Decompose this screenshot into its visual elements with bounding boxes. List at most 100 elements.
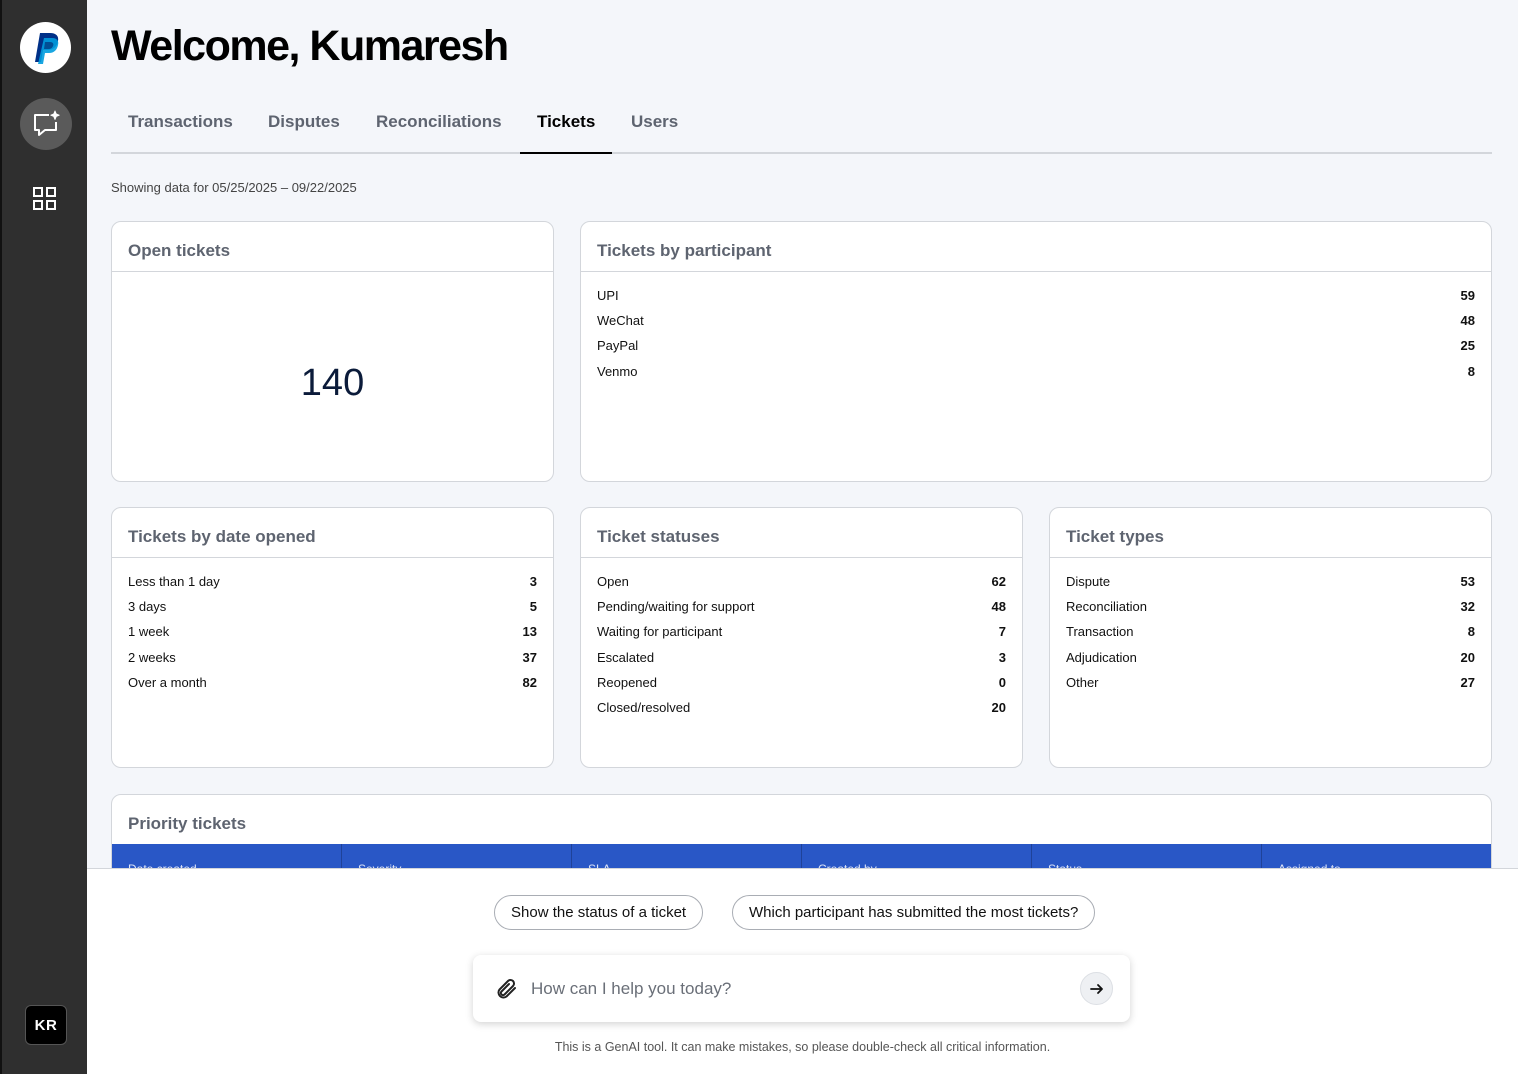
row-value: 27 — [1460, 674, 1475, 690]
list-item: 3 days 5 — [128, 599, 537, 624]
card-title: Tickets by date opened — [112, 508, 553, 558]
card-title: Ticket statuses — [581, 508, 1022, 558]
list-item: Waiting for participant 7 — [597, 624, 1006, 649]
row-value: 5 — [529, 599, 537, 615]
column-header-severity[interactable]: Severity — [342, 844, 572, 870]
column-header-created-by[interactable]: Created by — [802, 844, 1032, 870]
suggestion-chip-top-participant[interactable]: Which participant has submitted the most… — [732, 895, 1096, 930]
card-title: Priority tickets — [128, 814, 247, 833]
row-label: Less than 1 day — [128, 574, 220, 589]
column-header-assigned-to[interactable]: Assigned to — [1262, 844, 1491, 870]
list-item: Escalated 3 — [597, 650, 1006, 675]
chat-panel: Show the status of a ticket Which partic… — [87, 868, 1518, 1074]
chat-input-box — [473, 955, 1130, 1022]
paypal-logo[interactable] — [20, 22, 71, 73]
row-label: Over a month — [128, 674, 207, 690]
list-item: PayPal 25 — [597, 338, 1475, 363]
row-value: 37 — [522, 649, 537, 665]
paypal-logo-icon — [34, 32, 58, 64]
suggestion-chip-ticket-status[interactable]: Show the status of a ticket — [494, 895, 704, 930]
tab-disputes[interactable]: Disputes — [251, 100, 357, 154]
list-item: UPI 59 — [597, 288, 1475, 313]
row-label: 2 weeks — [128, 649, 176, 665]
ticket-statuses-card: Ticket statuses Open 62 Pending/waiting f… — [580, 507, 1023, 768]
row-value: 13 — [522, 624, 537, 640]
row-value: 32 — [1460, 599, 1475, 615]
row-label: Closed/resolved — [597, 699, 691, 715]
participant-list: UPI 59 WeChat 48 PayPal 25 Venmo 8 — [581, 272, 1491, 389]
tab-transactions[interactable]: Transactions — [111, 100, 250, 154]
row-value: 25 — [1460, 338, 1475, 354]
row-value: 48 — [1460, 313, 1475, 329]
row-value: 59 — [1460, 288, 1475, 303]
list-item: Reopened 0 — [597, 675, 1006, 700]
list-item: Dispute 53 — [1066, 574, 1475, 599]
sidebar-item-dashboard[interactable] — [32, 186, 58, 212]
row-value: 20 — [991, 699, 1006, 715]
tab-users[interactable]: Users — [614, 100, 695, 154]
card-title: Open tickets — [112, 222, 553, 272]
row-label: 1 week — [128, 624, 170, 640]
list-item: Venmo 8 — [597, 364, 1475, 389]
status-list: Open 62 Pending/waiting for support 48 Wai… — [581, 558, 1022, 725]
list-item: Open 62 — [597, 574, 1006, 599]
row-label: WeChat — [597, 313, 644, 329]
row-value: 20 — [1460, 649, 1475, 665]
open-tickets-card: Open tickets 140 — [111, 221, 554, 482]
tab-reconciliations[interactable]: Reconciliations — [359, 100, 519, 154]
list-item: 2 weeks 37 — [128, 650, 537, 675]
row-label: Dispute — [1066, 574, 1111, 589]
list-item: Adjudication 20 — [1066, 650, 1475, 675]
row-label: UPI — [597, 288, 619, 303]
row-label: Reopened — [597, 674, 657, 690]
sidebar: KR — [0, 0, 87, 1074]
list-item: Reconciliation 32 — [1066, 599, 1475, 624]
card-title: Tickets by participant — [581, 222, 1491, 272]
list-item: Closed/resolved 20 — [597, 700, 1006, 725]
list-item: Less than 1 day 3 — [128, 574, 537, 599]
list-item: Transaction 8 — [1066, 624, 1475, 649]
row-value: 82 — [522, 674, 537, 690]
sidebar-item-ai-chat[interactable] — [20, 98, 72, 150]
page-title: Welcome, Kumaresh — [111, 22, 509, 70]
list-item: 1 week 13 — [128, 624, 537, 649]
row-value: 62 — [991, 574, 1006, 589]
row-label: Escalated — [597, 649, 655, 665]
avatar[interactable]: KR — [25, 1005, 67, 1045]
priority-table-header: Date created Severity SLA Created by Sta… — [112, 844, 1491, 870]
list-item: Other 27 — [1066, 675, 1475, 700]
list-item: WeChat 48 — [597, 313, 1475, 338]
row-value: 8 — [1467, 624, 1475, 640]
row-value: 0 — [998, 674, 1006, 690]
row-label: Open — [597, 574, 629, 589]
genai-disclaimer: This is a GenAI tool. It can make mistak… — [554, 1040, 1051, 1054]
list-item: Over a month 82 — [128, 675, 537, 700]
tickets-by-date-card: Tickets by date opened Less than 1 day 3 … — [111, 507, 554, 768]
row-label: Adjudication — [1066, 649, 1137, 665]
ticket-types-card: Ticket types Dispute 53 Reconciliation 32 … — [1049, 507, 1492, 768]
row-value: 7 — [998, 624, 1006, 640]
row-label: Waiting for participant — [597, 624, 723, 640]
date-range-label: Showing data for 05/25/2025 – 09/22/2025 — [111, 180, 357, 195]
column-header-status[interactable]: Status — [1032, 844, 1262, 870]
tab-bar: Transactions Disputes Reconciliations Ti… — [111, 100, 1492, 154]
list-item: Pending/waiting for support 48 — [597, 599, 1006, 624]
paperclip-icon — [497, 978, 516, 999]
row-label: 3 days — [128, 599, 167, 615]
send-button[interactable] — [1080, 972, 1113, 1005]
column-header-date-created[interactable]: Date created — [112, 844, 342, 870]
date-list: Less than 1 day 3 3 days 5 1 week 13 2 week… — [112, 558, 553, 700]
tab-tickets[interactable]: Tickets — [520, 100, 613, 154]
row-label: Venmo — [597, 363, 638, 379]
row-label: PayPal — [597, 338, 639, 354]
row-label: Other — [1066, 674, 1099, 690]
open-tickets-count: 140 — [300, 362, 365, 404]
chat-sparkle-icon — [34, 110, 60, 136]
column-header-sla[interactable]: SLA — [572, 844, 802, 870]
row-value: 3 — [998, 649, 1006, 665]
row-value: 8 — [1467, 363, 1475, 379]
row-value: 3 — [529, 574, 537, 589]
attach-button[interactable] — [495, 977, 519, 1001]
chat-input[interactable] — [531, 975, 1051, 1003]
row-label: Transaction — [1066, 624, 1134, 640]
